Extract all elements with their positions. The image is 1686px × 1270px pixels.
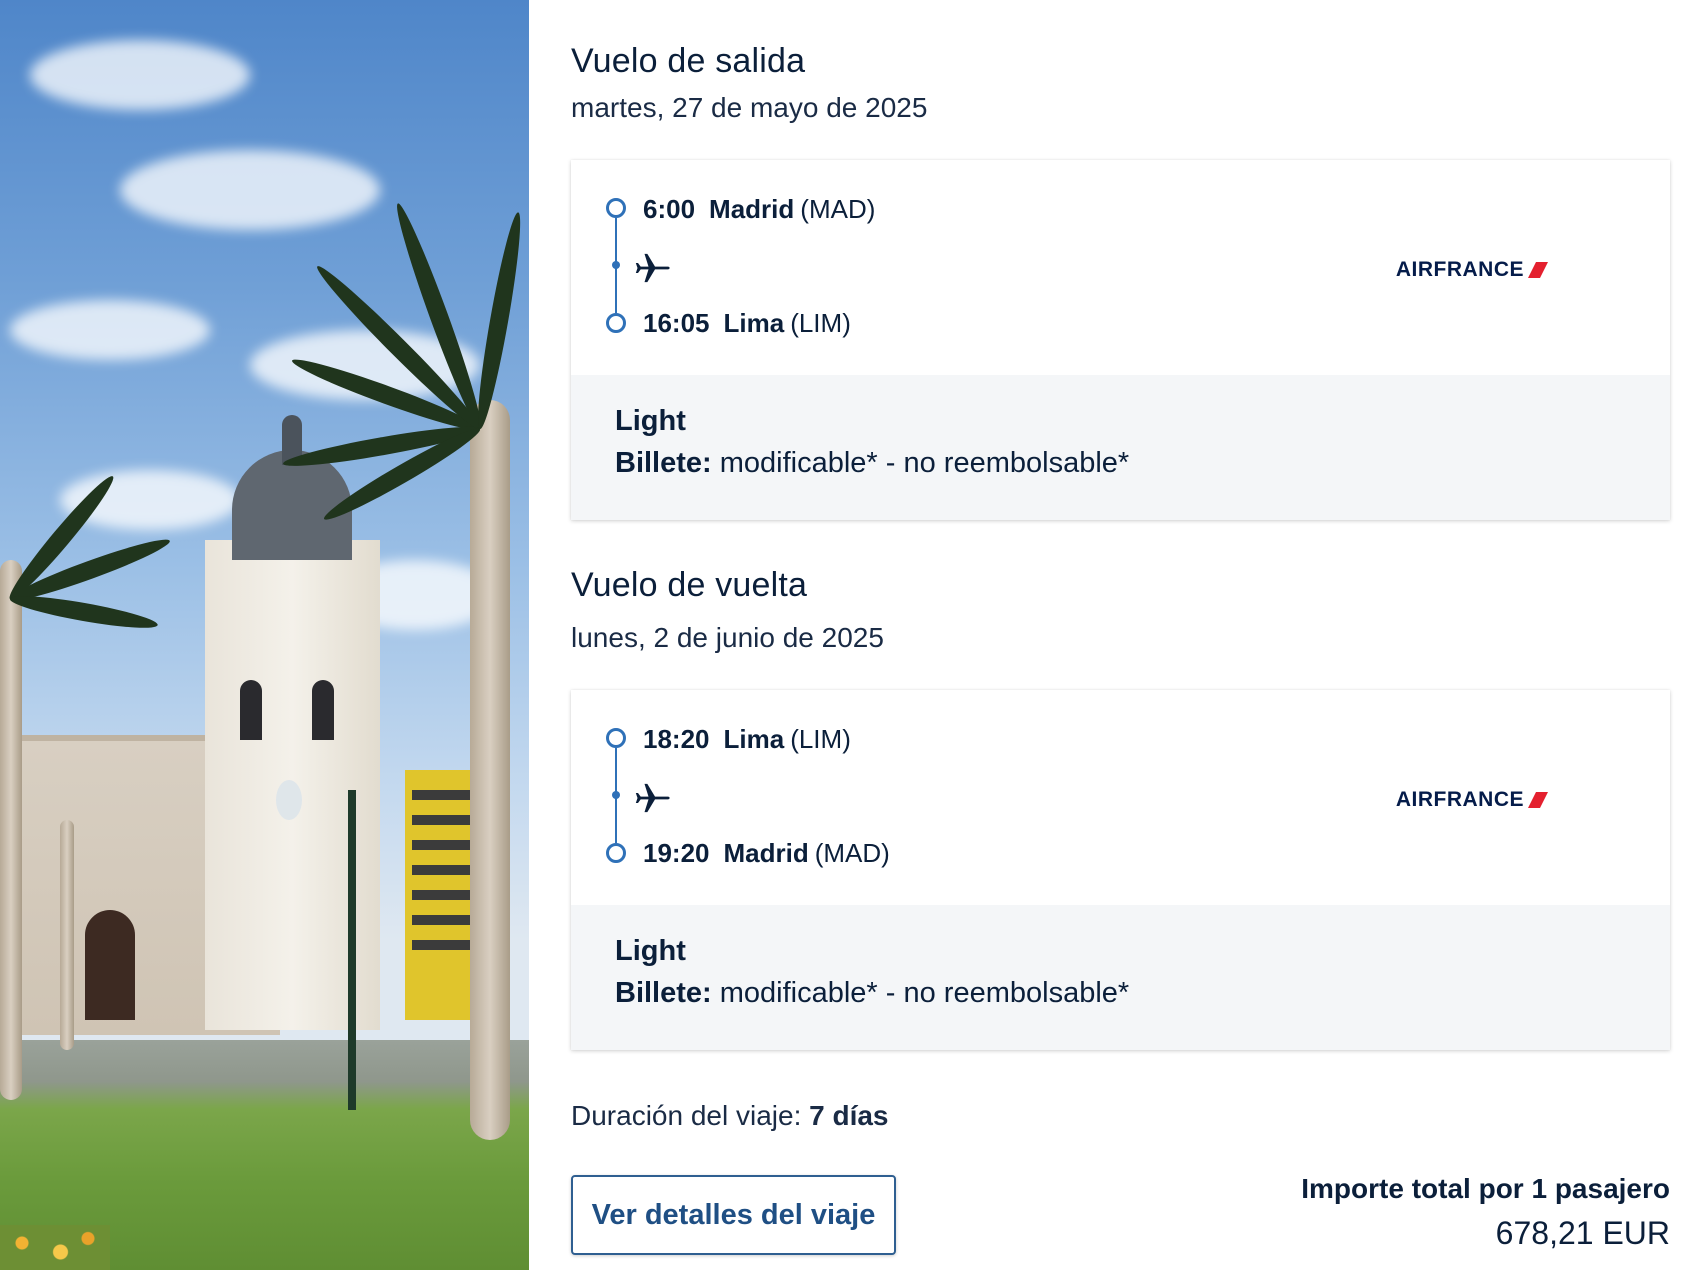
outbound-arrival-code: (LIM) [790,308,851,338]
outbound-timeline [604,198,626,333]
ticket-conditions: modificable* - no reembolsable* [719,977,1130,1009]
outbound-departure-city: Madrid [709,194,795,224]
return-departure-time: 18:20 [643,724,710,754]
airfrance-logo: AIRFRANCE [1396,788,1550,812]
airfrance-mark-icon [1528,792,1548,808]
return-fare-conditions: Billete: modificable* - no reembolsable* [615,977,1129,1010]
total-price-label: Importe total por 1 pasajero [1301,1173,1670,1204]
trip-duration-value: 7 días [809,1100,889,1131]
return-arrival-city: Madrid [723,838,809,868]
airfrance-logo: AIRFRANCE [1396,258,1550,282]
outbound-departure-code: (MAD) [800,194,876,224]
total-price-value: 678,21 EUR [1495,1215,1670,1251]
outbound-segment: 6:00 Madrid (MAD) 16:05 Lima (LIM) AIRFRANCE [571,160,1670,375]
airfrance-mark-icon [1528,262,1548,278]
outbound-fare-name: Light [615,405,686,437]
return-segment: 18:20 Lima (LIM) 19:20 Madrid (MAD) AIRFRANC… [571,690,1670,905]
outbound-fare-conditions: Billete: modificable* - no reembolsable* [615,447,1129,480]
ticket-conditions: modificable* - no reembolsable* [719,447,1130,479]
return-fare-name: Light [615,935,686,967]
outbound-date: martes, 27 de mayo de 2025 [571,92,928,123]
return-arrival-time: 19:20 [643,838,710,868]
outbound-fare: Light Billete: modificable* - no reembol… [571,375,1670,520]
outbound-title: Vuelo de salida [571,42,806,80]
return-date: lunes, 2 de junio de 2025 [571,622,884,653]
airline-name: AIRFRANCE [1395,788,1524,811]
trip-duration: Duración del viaje: 7 días [571,1100,889,1132]
outbound-arrival-time: 16:05 [643,308,710,338]
outbound-departure-time: 6:00 [643,194,696,224]
return-title: Vuelo de vuelta [571,566,808,604]
return-fare: Light Billete: modificable* - no reembol… [571,905,1670,1050]
outbound-departure: 6:00 Madrid (MAD) [643,194,875,225]
outbound-flight-card: 6:00 Madrid (MAD) 16:05 Lima (LIM) AIRFRANCE… [571,160,1670,520]
ticket-label: Billete: [615,977,712,1009]
plane-icon [635,783,670,813]
outbound-arrival: 16:05 Lima (LIM) [643,308,851,339]
view-trip-details-button[interactable]: Ver detalles del viaje [571,1175,896,1255]
return-timeline [604,728,626,863]
return-departure-city: Lima [723,724,785,754]
return-arrival: 19:20 Madrid (MAD) [643,838,890,869]
return-flight-card: 18:20 Lima (LIM) 19:20 Madrid (MAD) AIRFRANC… [571,690,1670,1050]
return-departure-code: (LIM) [790,724,851,754]
return-departure: 18:20 Lima (LIM) [643,724,851,755]
outbound-arrival-city: Lima [723,308,785,338]
plane-icon [635,253,670,283]
ticket-label: Billete: [615,447,712,479]
destination-photo [0,0,529,1270]
airline-name: AIRFRANCE [1395,258,1524,281]
return-arrival-code: (MAD) [814,838,890,868]
trip-duration-label: Duración del viaje: [571,1100,802,1131]
